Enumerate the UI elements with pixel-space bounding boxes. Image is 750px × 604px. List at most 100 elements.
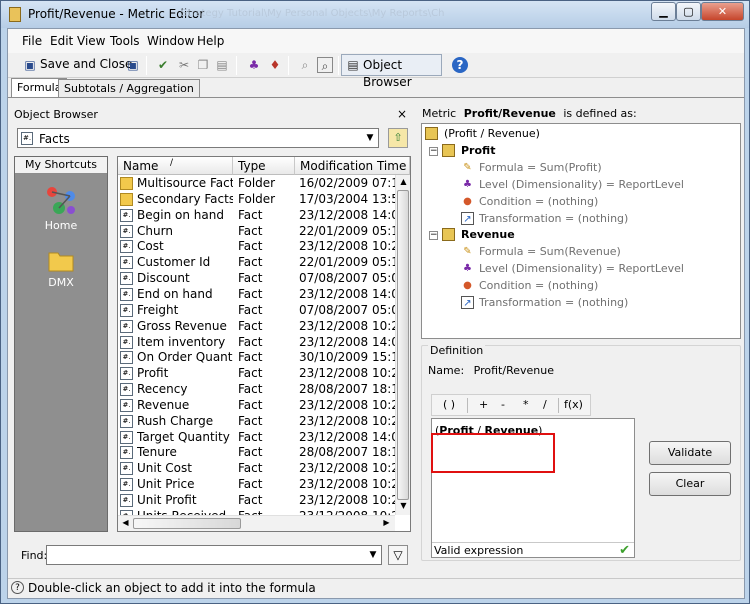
validate-button[interactable]: Validate: [649, 441, 731, 465]
divide-button[interactable]: /: [543, 398, 547, 411]
object-row[interactable]: Multisource Facts Folder 16/02/2009 07:17:…: [118, 176, 395, 192]
object-cell-type: Fact: [238, 429, 263, 444]
save-and-close-button[interactable]: Save and Close: [40, 56, 132, 75]
chevron-down-icon[interactable]: ▼: [365, 546, 381, 564]
object-row[interactable]: #. Unit Profit Fact 23/12/2008 10:25:1: [118, 493, 395, 509]
object-row[interactable]: #. Unit Price Fact 23/12/2008 10:25:1: [118, 477, 395, 493]
object-row[interactable]: #. Discount Fact 07/08/2007 05:02:3: [118, 271, 395, 287]
object-cell-time: 23/12/2008 14:05:5: [299, 286, 395, 301]
tree-leaf[interactable]: Level (Dimensionality) = ReportLevel: [479, 178, 684, 191]
object-cell-name: End on hand: [137, 286, 213, 301]
fact-icon: #.: [120, 240, 133, 254]
tree-node-revenue[interactable]: Revenue: [461, 228, 515, 241]
object-row[interactable]: #. Freight Fact 07/08/2007 05:02:4: [118, 303, 395, 319]
copy-icon[interactable]: ❐: [195, 57, 211, 73]
object-row[interactable]: #. Gross Revenue Fact 23/12/2008 10:25:2: [118, 319, 395, 335]
object-cell-type: Folder: [238, 191, 276, 206]
column-header-modification-time[interactable]: Modification Time: [295, 157, 410, 175]
vertical-scrollbar[interactable]: ▲ ▼: [395, 175, 410, 515]
condition-icon[interactable]: ♦: [267, 57, 283, 73]
tab-subtotals-aggregation[interactable]: Subtotals / Aggregation: [58, 79, 200, 97]
fact-icon: #.: [120, 351, 133, 365]
object-row[interactable]: #. Item inventory Fact 23/12/2008 14:06:4: [118, 335, 395, 351]
parentheses-button[interactable]: ( ): [443, 398, 455, 411]
horizontal-scrollbar[interactable]: ◀ ▶: [118, 515, 395, 531]
object-row[interactable]: #. Tenure Fact 28/08/2007 18:17:2: [118, 445, 395, 461]
browse-icon[interactable]: ⌕: [317, 57, 333, 73]
minimize-button[interactable]: ▁: [651, 2, 676, 21]
tree-leaf[interactable]: Transformation = (nothing): [479, 212, 628, 225]
column-header-name[interactable]: Name ∕: [118, 157, 233, 175]
close-icon[interactable]: ×: [397, 107, 407, 121]
folder-combo[interactable]: #. Facts ▼: [17, 128, 379, 148]
parent-folder-button[interactable]: ⇧: [388, 128, 408, 148]
collapse-icon[interactable]: −: [429, 147, 438, 156]
shortcut-dmx[interactable]: DMX: [15, 249, 107, 289]
multiply-button[interactable]: *: [523, 398, 529, 411]
find-input[interactable]: ▼: [46, 545, 382, 565]
find-icon[interactable]: ⌕: [297, 57, 313, 73]
tree-leaf[interactable]: Formula = Sum(Profit): [479, 161, 602, 174]
scroll-right-icon[interactable]: ▶: [379, 518, 394, 527]
chevron-down-icon[interactable]: ▼: [362, 129, 378, 147]
tree-leaf[interactable]: Formula = Sum(Revenue): [479, 245, 621, 258]
column-header-type[interactable]: Type: [233, 157, 295, 175]
scroll-up-icon[interactable]: ▲: [396, 177, 410, 186]
object-cell-name: Unit Profit: [137, 493, 197, 507]
close-button[interactable]: ✕: [701, 2, 744, 21]
function-button[interactable]: f(x): [564, 398, 583, 411]
tree-leaf[interactable]: Condition = (nothing): [479, 279, 598, 292]
scroll-left-icon[interactable]: ◀: [118, 518, 133, 527]
object-row[interactable]: Secondary Facts Folder 17/03/2004 13:57:0: [118, 192, 395, 208]
object-cell-type: Fact: [238, 318, 263, 333]
horizontal-scroll-thumb[interactable]: [133, 518, 241, 529]
level-icon[interactable]: ♣: [246, 57, 262, 73]
menu-bar: File Edit View Tools Window Help: [8, 29, 744, 53]
clear-button[interactable]: Clear: [649, 472, 731, 496]
scroll-down-icon[interactable]: ▼: [396, 501, 410, 510]
object-row[interactable]: #. Unit Cost Fact 23/12/2008 10:25:1: [118, 461, 395, 477]
menu-tools[interactable]: Tools: [110, 34, 140, 48]
tree-leaf[interactable]: Level (Dimensionality) = ReportLevel: [479, 262, 684, 275]
object-row[interactable]: #. Profit Fact 23/12/2008 10:25:2: [118, 366, 395, 382]
my-shortcuts-header[interactable]: My Shortcuts: [15, 157, 107, 174]
object-browser-toggle[interactable]: ▤ Object Browser: [341, 54, 442, 89]
menu-window[interactable]: Window: [147, 34, 194, 48]
tree-leaf[interactable]: Condition = (nothing): [479, 195, 598, 208]
object-row[interactable]: #. Cost Fact 23/12/2008 10:25:2: [118, 239, 395, 255]
shortcut-home[interactable]: Home: [15, 184, 107, 232]
object-row[interactable]: #. Customer Id Fact 22/01/2009 05:14:5: [118, 255, 395, 271]
object-row[interactable]: #. Rush Charge Fact 23/12/2008 10:25:2: [118, 414, 395, 430]
spell-check-icon[interactable]: ✔: [155, 57, 171, 73]
object-cell-type: Fact: [238, 445, 263, 460]
toolbar-separator: [146, 56, 147, 75]
object-row[interactable]: #. Churn Fact 22/01/2009 05:14:5: [118, 224, 395, 240]
maximize-button[interactable]: ▢: [676, 2, 701, 21]
menu-help[interactable]: Help: [197, 34, 224, 48]
object-row[interactable]: #. End on hand Fact 23/12/2008 14:05:5: [118, 287, 395, 303]
tree-leaf[interactable]: Transformation = (nothing): [479, 296, 628, 309]
filter-button[interactable]: ▽: [388, 545, 408, 565]
object-row[interactable]: #. Recency Fact 28/08/2007 18:17:2: [118, 382, 395, 398]
collapse-icon[interactable]: −: [429, 231, 438, 240]
object-row[interactable]: #. Revenue Fact 23/12/2008 10:25:2: [118, 398, 395, 414]
tree-node-profit[interactable]: Profit: [461, 144, 495, 157]
minus-button[interactable]: -: [501, 398, 505, 411]
object-cell-time: 07/08/2007 05:02:3: [299, 271, 395, 286]
save-icon[interactable]: ▣: [125, 57, 141, 73]
object-row[interactable]: #. Target Quantity Fact 23/12/2008 14:07:2: [118, 430, 395, 446]
tree-root[interactable]: (Profit / Revenue): [444, 127, 540, 140]
scroll-thumb[interactable]: [397, 190, 409, 500]
menu-file[interactable]: File: [22, 34, 42, 48]
menu-view[interactable]: View: [77, 34, 105, 48]
object-row[interactable]: #. On Order Quantity Fact 30/10/2009 15:13:…: [118, 350, 395, 366]
object-row[interactable]: #. Begin on hand Fact 23/12/2008 14:05:3: [118, 208, 395, 224]
object-cell-name: Begin on hand: [137, 207, 224, 222]
cut-icon[interactable]: ✂: [176, 57, 192, 73]
help-icon[interactable]: ?: [452, 57, 468, 73]
object-cell-name: Unit Cost: [137, 461, 192, 476]
menu-edit[interactable]: Edit: [50, 34, 73, 48]
paste-icon[interactable]: ▤: [214, 57, 230, 73]
plus-button[interactable]: +: [479, 398, 488, 411]
toolbar-separator: [338, 56, 339, 75]
